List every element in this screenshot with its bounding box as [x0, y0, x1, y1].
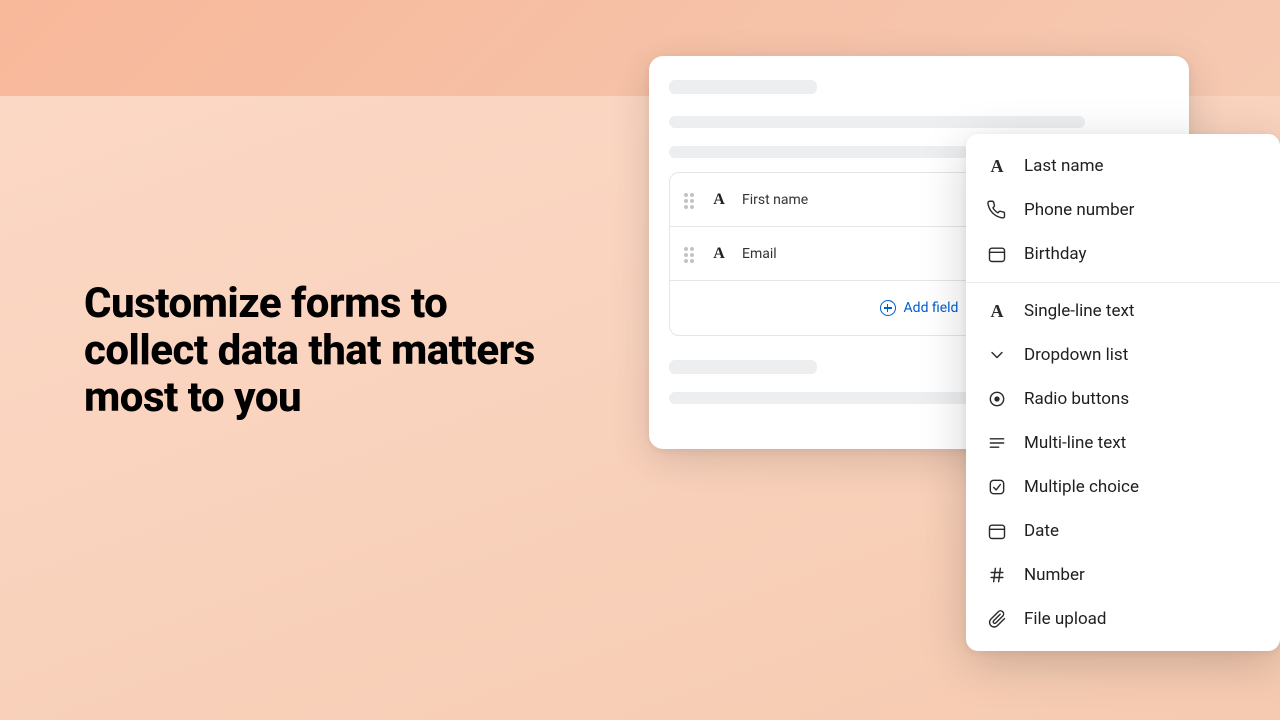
menu-item-dropdown-list[interactable]: Dropdown list: [966, 333, 1280, 377]
menu-item-label: Last name: [1024, 156, 1104, 176]
field-label: Email: [742, 246, 777, 262]
menu-item-radio-buttons[interactable]: Radio buttons: [966, 377, 1280, 421]
lines-icon: [986, 432, 1008, 454]
calendar-icon: [986, 243, 1008, 265]
drag-handle-icon[interactable]: [684, 193, 696, 207]
menu-item-file-upload[interactable]: File upload: [966, 597, 1280, 641]
skeleton-line: [669, 116, 1085, 128]
menu-item-label: Dropdown list: [1024, 345, 1128, 365]
text-type-icon: A: [710, 245, 728, 263]
menu-item-label: Date: [1024, 521, 1059, 541]
menu-item-number[interactable]: Number: [966, 553, 1280, 597]
menu-item-birthday[interactable]: Birthday: [966, 232, 1280, 276]
menu-separator: [966, 282, 1280, 283]
skeleton-line: [669, 146, 969, 158]
drag-handle-icon[interactable]: [684, 247, 696, 261]
skeleton-title: [669, 80, 817, 94]
menu-item-label: Radio buttons: [1024, 389, 1129, 409]
text-icon: A: [986, 155, 1008, 177]
menu-item-label: Single-line text: [1024, 301, 1134, 321]
menu-item-single-line-text[interactable]: A Single-line text: [966, 289, 1280, 333]
calendar-icon: [986, 520, 1008, 542]
menu-item-label: File upload: [1024, 609, 1106, 629]
phone-icon: [986, 199, 1008, 221]
checkbox-icon: [986, 476, 1008, 498]
menu-item-label: Birthday: [1024, 244, 1087, 264]
menu-item-last-name[interactable]: A Last name: [966, 144, 1280, 188]
menu-item-label: Number: [1024, 565, 1085, 585]
menu-item-label: Multiple choice: [1024, 477, 1139, 497]
chevron-down-icon: [986, 344, 1008, 366]
menu-item-label: Multi-line text: [1024, 433, 1126, 453]
menu-item-multiple-choice[interactable]: Multiple choice: [966, 465, 1280, 509]
menu-item-date[interactable]: Date: [966, 509, 1280, 553]
menu-item-multi-line-text[interactable]: Multi-line text: [966, 421, 1280, 465]
menu-item-phone-number[interactable]: Phone number: [966, 188, 1280, 232]
text-type-icon: A: [710, 191, 728, 209]
menu-item-label: Phone number: [1024, 200, 1134, 220]
headline: Customize forms to collect data that mat…: [84, 280, 554, 421]
field-label: First name: [742, 192, 808, 208]
paperclip-icon: [986, 608, 1008, 630]
skeleton-title: [669, 360, 817, 374]
add-field-label: Add field: [904, 300, 959, 316]
radio-icon: [986, 388, 1008, 410]
plus-circle-icon: [880, 300, 896, 316]
text-icon: A: [986, 300, 1008, 322]
hash-icon: [986, 564, 1008, 586]
field-type-menu: A Last name Phone number Birthday A Sing…: [966, 134, 1280, 651]
